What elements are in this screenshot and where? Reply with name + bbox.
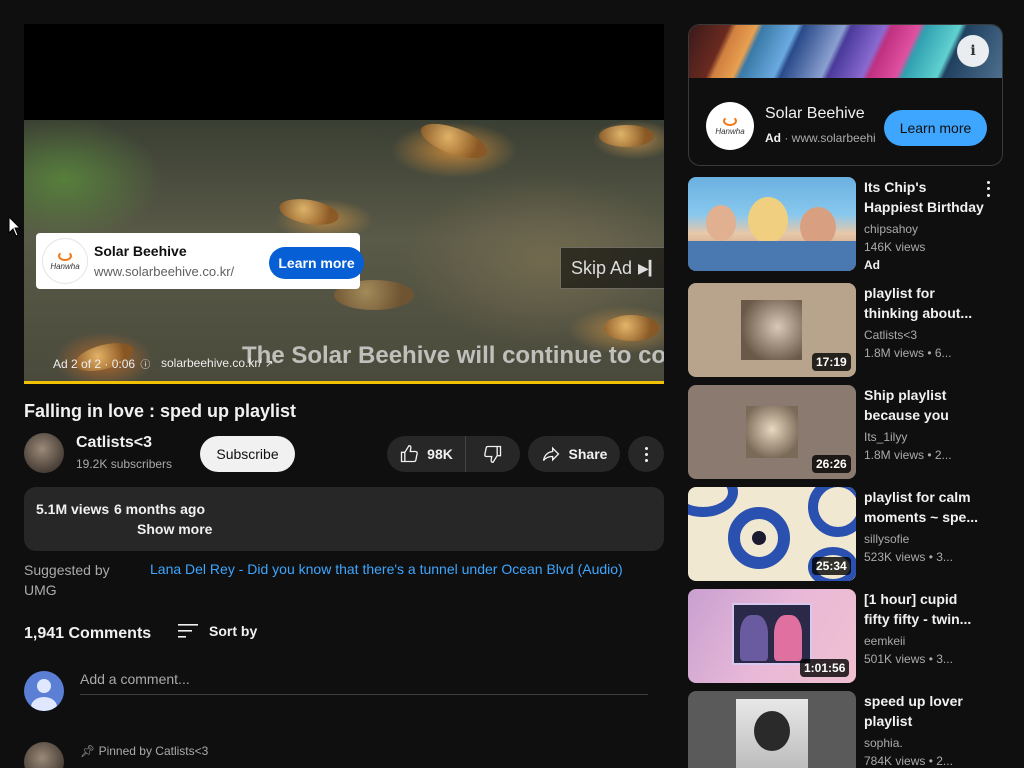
- video-title: Falling in love : sped up playlist: [24, 401, 297, 421]
- recommendation-meta: 784K views • 2...: [864, 754, 953, 768]
- more-actions-button[interactable]: [628, 436, 664, 472]
- skip-ad-label: Skip Ad: [571, 257, 633, 278]
- default-user-icon: [31, 679, 57, 711]
- sidebar-ad-url: www.solarbeehive.co.kr: [791, 131, 875, 145]
- thumbs-down-icon: [484, 445, 502, 464]
- video-duration: 26:26: [812, 455, 851, 473]
- share-label: Share: [568, 446, 608, 462]
- recommendation-channel[interactable]: chipsahoy: [864, 222, 918, 236]
- recommendation-channel[interactable]: sillysofie: [864, 532, 909, 546]
- recommendation-meta: 1.8M views • 2...: [864, 448, 952, 462]
- hanwha-logo: Hanwha: [42, 238, 88, 284]
- recommendation-channel[interactable]: sophia.: [864, 736, 903, 750]
- info-icon[interactable]: i: [957, 35, 989, 67]
- show-more-button[interactable]: Show more: [137, 521, 212, 537]
- suggested-by-label: Suggested by UMG: [24, 562, 110, 598]
- subscribe-button[interactable]: Subscribe: [200, 436, 295, 472]
- dislike-button[interactable]: [466, 436, 520, 472]
- recommendation-item[interactable]: speed up lover playlist sophia. 784K vie…: [688, 691, 1008, 768]
- sidebar-ad-title[interactable]: Solar Beehive: [765, 105, 865, 123]
- like-dislike-group: 98K: [387, 436, 520, 472]
- suggested-video-link[interactable]: Lana Del Rey - Did you know that there's…: [150, 561, 623, 577]
- recommendation-meta: 501K views • 3...: [864, 652, 953, 666]
- comment-input[interactable]: Add a comment...: [80, 671, 648, 695]
- info-icon[interactable]: ⓘ: [140, 360, 150, 371]
- ad-info-text: Ad 2 of 2 · 0:06: [53, 357, 136, 371]
- recommendation-item[interactable]: 1:01:56 [1 hour] cupid fifty fifty - twi…: [688, 589, 1008, 685]
- comments-count: 1,941 Comments: [24, 625, 152, 642]
- ad-overlay-title: Solar Beehive: [94, 243, 187, 259]
- ad-overlay-url: www.solarbeehive.co.kr/: [94, 264, 235, 279]
- recommendation-title[interactable]: Its Chip's Happiest Birthday: [864, 177, 984, 217]
- recommendation-title[interactable]: speed up lover playlist: [864, 691, 984, 731]
- recommendation-channel[interactable]: Its_1ilyy: [864, 430, 907, 444]
- recommendation-title[interactable]: playlist for thinking about...: [864, 283, 984, 323]
- commenter-avatar[interactable]: [24, 742, 64, 768]
- bee-shape: [604, 315, 659, 341]
- ad-learn-more-button[interactable]: Learn more: [269, 247, 364, 279]
- bee-shape: [599, 125, 654, 147]
- video-player[interactable]: Hanwha Solar Beehive www.solarbeehive.co…: [24, 24, 664, 384]
- sidebar-learn-more-button[interactable]: Learn more: [884, 110, 987, 146]
- sidebar-ad-banner[interactable]: [689, 25, 1002, 78]
- pinned-label: 📌︎ Pinned by Catlists<3: [80, 744, 208, 758]
- logo-swirl-icon: [723, 116, 737, 126]
- recommendation-channel[interactable]: Catlists<3: [864, 328, 917, 342]
- recommendation-item[interactable]: 25:34 playlist for calm moments ~ spe...…: [688, 487, 1008, 583]
- recommendation-meta: 1.8M views • 6...: [864, 346, 952, 360]
- recommendation-item[interactable]: Its Chip's Happiest Birthday chipsahoy 1…: [688, 177, 1008, 273]
- video-duration: 17:19: [812, 353, 851, 371]
- ad-overlay-card[interactable]: Hanwha Solar Beehive www.solarbeehive.co…: [36, 233, 364, 289]
- ad-caption: The Solar Beehive will continue to colle: [242, 342, 664, 369]
- upload-date: 6 months ago: [114, 501, 206, 517]
- ad-progress-bar[interactable]: [24, 381, 664, 384]
- hanwha-logo[interactable]: Hanwha: [706, 102, 754, 150]
- recommendation-title[interactable]: [1 hour] cupid fifty fifty - twin...: [864, 589, 984, 629]
- skip-next-icon: ▶▎: [638, 259, 660, 276]
- skip-ad-button[interactable]: Skip Ad ▶▎: [560, 247, 664, 289]
- channel-avatar[interactable]: [24, 433, 64, 473]
- like-button[interactable]: 98K: [387, 436, 466, 472]
- recommendation-channel[interactable]: eemkeii: [864, 634, 905, 648]
- like-count: 98K: [427, 446, 453, 462]
- video-thumbnail[interactable]: [688, 177, 856, 271]
- ad-site-text: solarbeehive.co.kr/: [161, 356, 262, 370]
- sidebar-ad-card[interactable]: i Hanwha Solar Beehive Ad · www.solarbee…: [688, 24, 1003, 166]
- ad-site-link[interactable]: solarbeehive.co.kr/ ↗: [161, 356, 273, 370]
- logo-text: Hanwha: [50, 262, 80, 271]
- sort-by-button[interactable]: Sort by: [209, 623, 257, 639]
- mouse-cursor-icon: [8, 216, 22, 237]
- share-arrow-icon: [542, 446, 559, 462]
- pin-icon: 📌︎: [80, 744, 96, 758]
- share-button[interactable]: Share: [528, 436, 620, 472]
- sidebar-ad-subtitle: Ad · www.solarbeehive.co.kr: [765, 131, 875, 145]
- thumbs-up-icon: [400, 444, 419, 463]
- logo-swirl-icon: [58, 251, 72, 261]
- video-duration: 25:34: [812, 557, 851, 575]
- view-count: 5.1M views: [36, 501, 110, 517]
- external-link-icon: ↗: [265, 359, 274, 370]
- bee-shape: [277, 194, 341, 230]
- logo-text: Hanwha: [715, 127, 745, 136]
- sort-icon[interactable]: [178, 623, 198, 639]
- video-thumbnail[interactable]: [688, 691, 856, 768]
- recommendation-item[interactable]: 17:19 playlist for thinking about... Cat…: [688, 283, 1008, 379]
- user-avatar: [24, 671, 64, 711]
- recommendation-meta: 523K views • 3...: [864, 550, 953, 564]
- more-vert-icon: [644, 446, 648, 462]
- recommendation-title[interactable]: playlist for calm moments ~ spe...: [864, 487, 984, 527]
- recommendation-item[interactable]: 26:26 Ship playlist because you are... I…: [688, 385, 1008, 481]
- ad-info[interactable]: Ad 2 of 2 · 0:06 ⓘ: [53, 356, 150, 371]
- ad-badge: Ad: [765, 131, 781, 145]
- recommendation-title[interactable]: Ship playlist because you are...: [864, 385, 984, 425]
- bee-shape: [416, 116, 492, 166]
- description-box[interactable]: 5.1M views 6 months ago Show more: [24, 487, 664, 551]
- recommendation-meta: 146K views: [864, 240, 926, 254]
- pinned-text: Pinned by Catlists<3: [98, 744, 209, 758]
- more-vert-icon[interactable]: [982, 179, 994, 199]
- video-duration: 1:01:56: [800, 659, 850, 677]
- ad-badge: Ad: [864, 258, 880, 272]
- subscriber-count: 19.2K subscribers: [76, 457, 173, 471]
- channel-name[interactable]: Catlists<3: [76, 434, 152, 452]
